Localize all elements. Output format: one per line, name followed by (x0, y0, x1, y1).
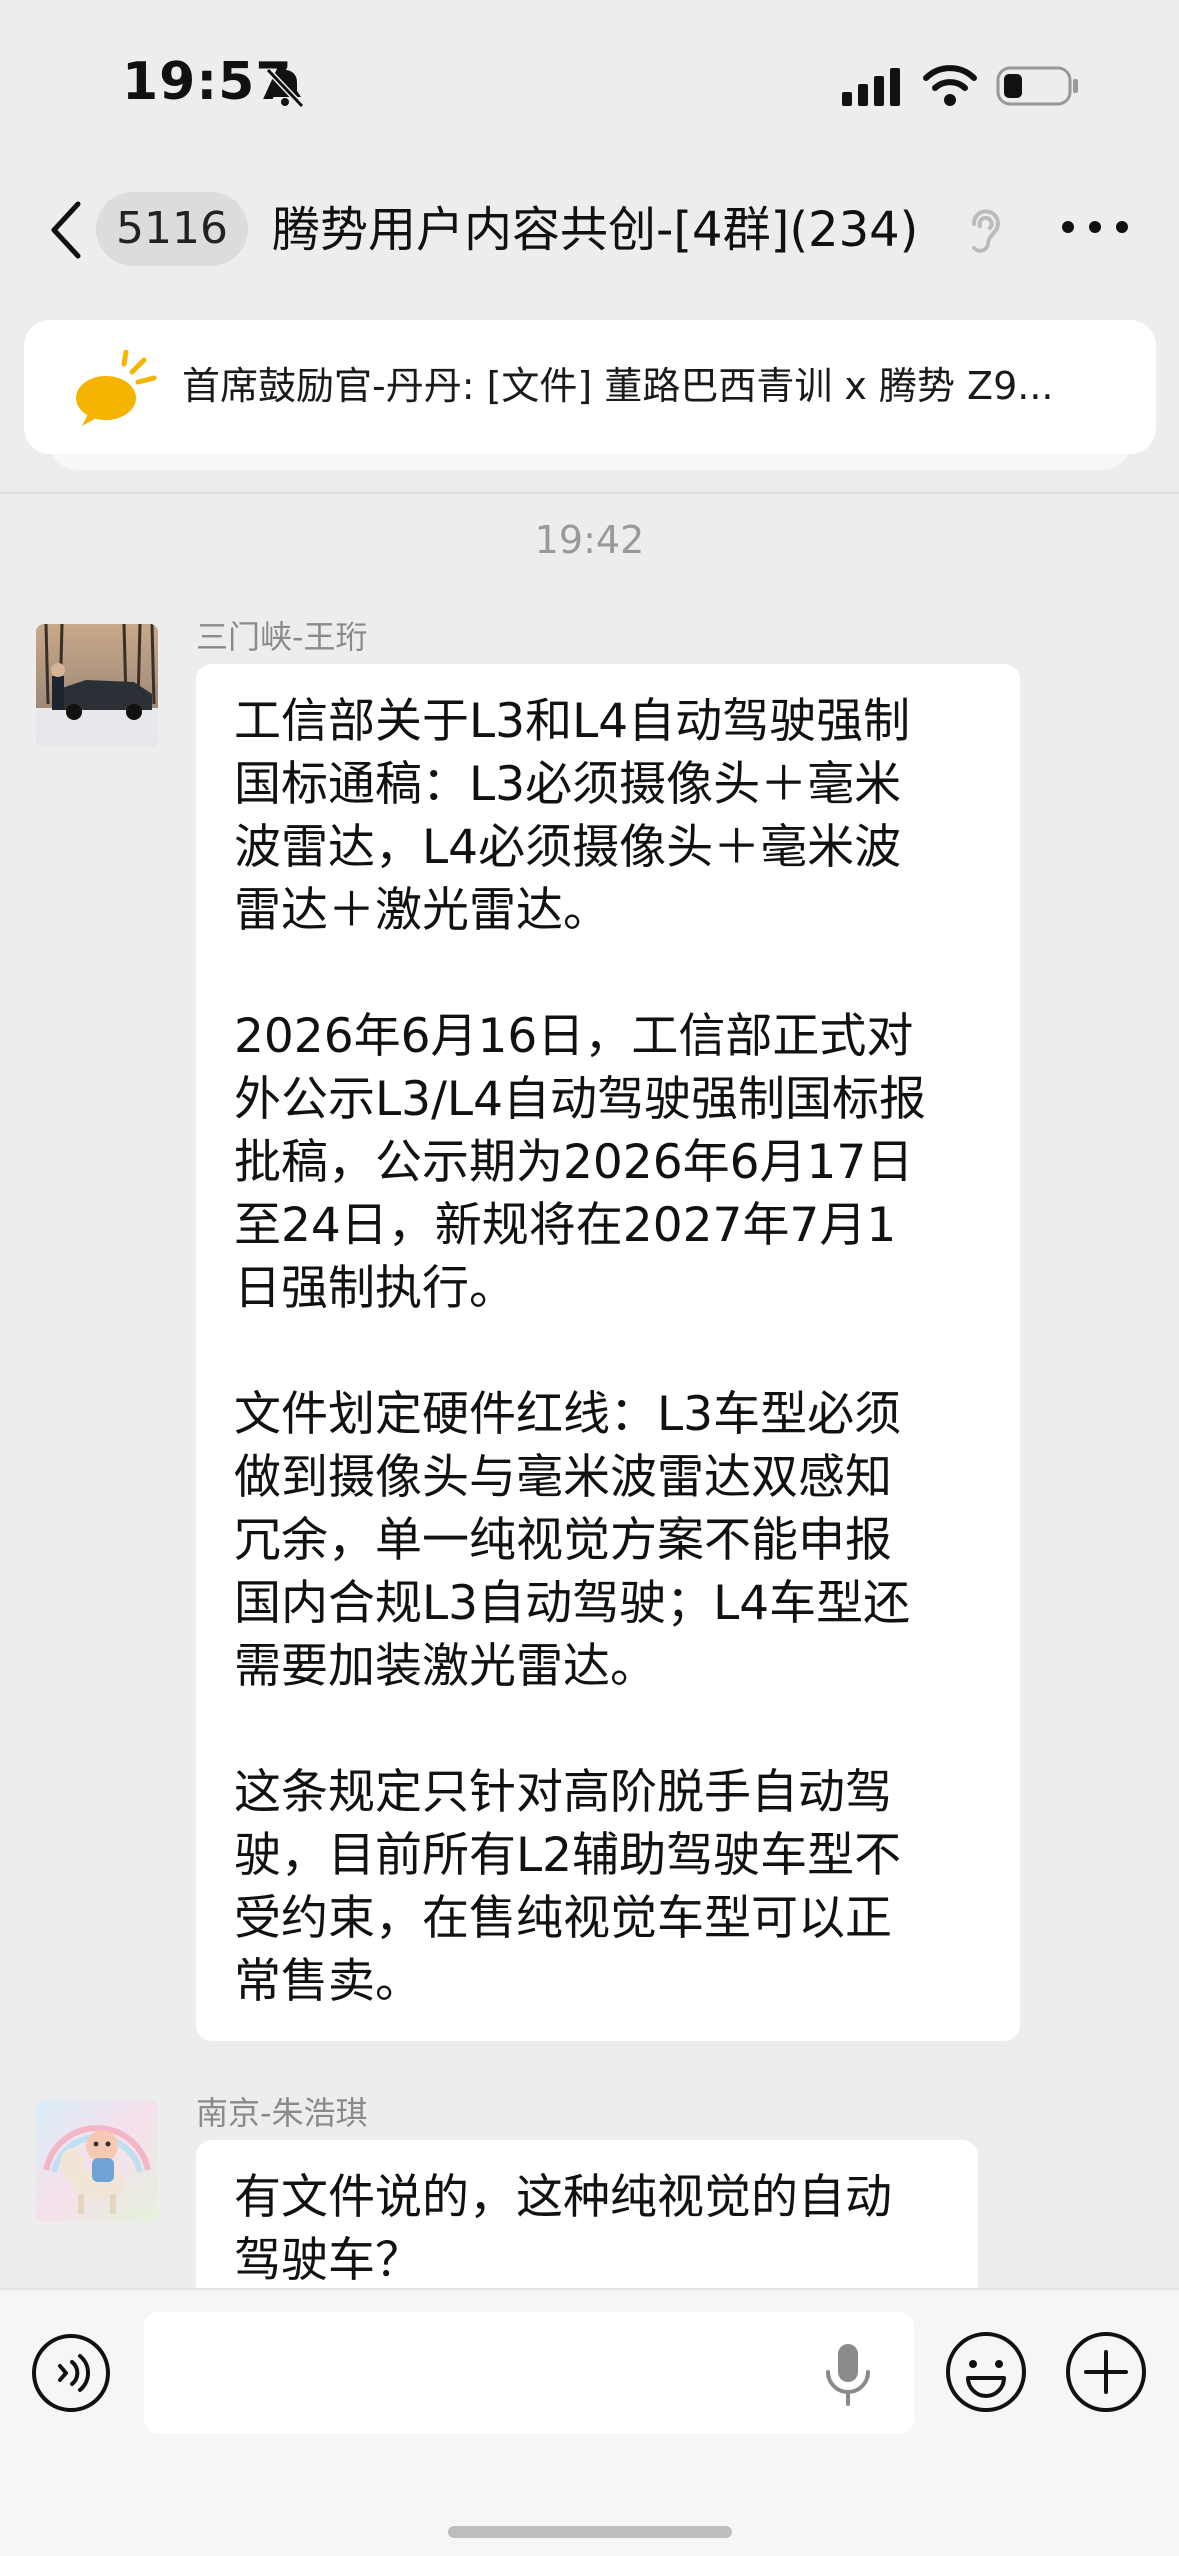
battery-icon (996, 66, 1078, 106)
bell-muted-icon (265, 67, 305, 109)
avatar-cartoon-image (36, 2100, 158, 2222)
chat-input-bar (0, 2288, 1179, 2556)
message-paragraph: 工信部关于L3和L4自动驾驶强制 国标通稿：L3必须摄像头＋毫米 波雷达，L4必… (234, 694, 911, 938)
ear-icon (972, 209, 1000, 253)
unread-count-badge[interactable]: 5116 (96, 192, 248, 266)
horn-icon (76, 350, 157, 426)
chat-header: 5116 腾势用户内容共创-[4群](234) (0, 170, 1179, 290)
emoji-icon[interactable] (944, 2330, 1028, 2414)
home-indicator[interactable] (448, 2526, 732, 2538)
cellular-signal-icon (842, 68, 900, 106)
message-timestamp: 19:42 (534, 518, 645, 562)
voice-icon[interactable] (30, 2332, 112, 2414)
message-paragraph: 这条规定只针对高阶脱手自动驾 驶，目前所有L2辅助驾驶车型不 受约束，在售纯视觉… (234, 1765, 902, 2009)
avatar[interactable] (36, 2100, 158, 2222)
header-divider (0, 492, 1179, 494)
message-paragraph: 2026年6月16日，工信部正式对 外公示L3/L4自动驾驶强制国标报 批稿，公… (234, 1009, 927, 1316)
avatar-photo-image (36, 624, 158, 746)
status-bar: 19:57 (0, 0, 1179, 170)
back-chevron-icon[interactable] (46, 198, 86, 262)
message-input[interactable] (144, 2312, 914, 2434)
message-paragraph: 文件划定硬件红线：L3车型必须 做到摄像头与毫米波雷达双感知 冗余，单一纯视觉方… (234, 1387, 911, 1694)
more-dots-icon[interactable] (1060, 212, 1130, 242)
message-paragraph: 有文件说的，这种纯视觉的自动 驾驶车？ (234, 2170, 892, 2288)
announcement-text: 首席鼓励官-丹丹: [文件] 董路巴西青训 x 腾势 Z9... (182, 364, 1054, 408)
chat-title: 腾势用户内容共创-[4群](234) (272, 202, 919, 258)
sender-name: 南京-朱浩琪 (196, 2094, 368, 2132)
mic-icon[interactable] (820, 2340, 876, 2410)
message-bubble[interactable]: 工信部关于L3和L4自动驾驶强制 国标通稿：L3必须摄像头＋毫米 波雷达，L4必… (196, 664, 1020, 2041)
sender-name: 三门峡-王珩 (196, 618, 368, 656)
plus-icon[interactable] (1064, 2330, 1148, 2414)
message-bubble[interactable]: 有文件说的，这种纯视觉的自动 驾驶车？ (196, 2140, 978, 2288)
group-announcement[interactable]: 首席鼓励官-丹丹: [文件] 董路巴西青训 x 腾势 Z9... (24, 320, 1156, 454)
wifi-icon (923, 65, 977, 106)
avatar[interactable] (36, 624, 158, 746)
